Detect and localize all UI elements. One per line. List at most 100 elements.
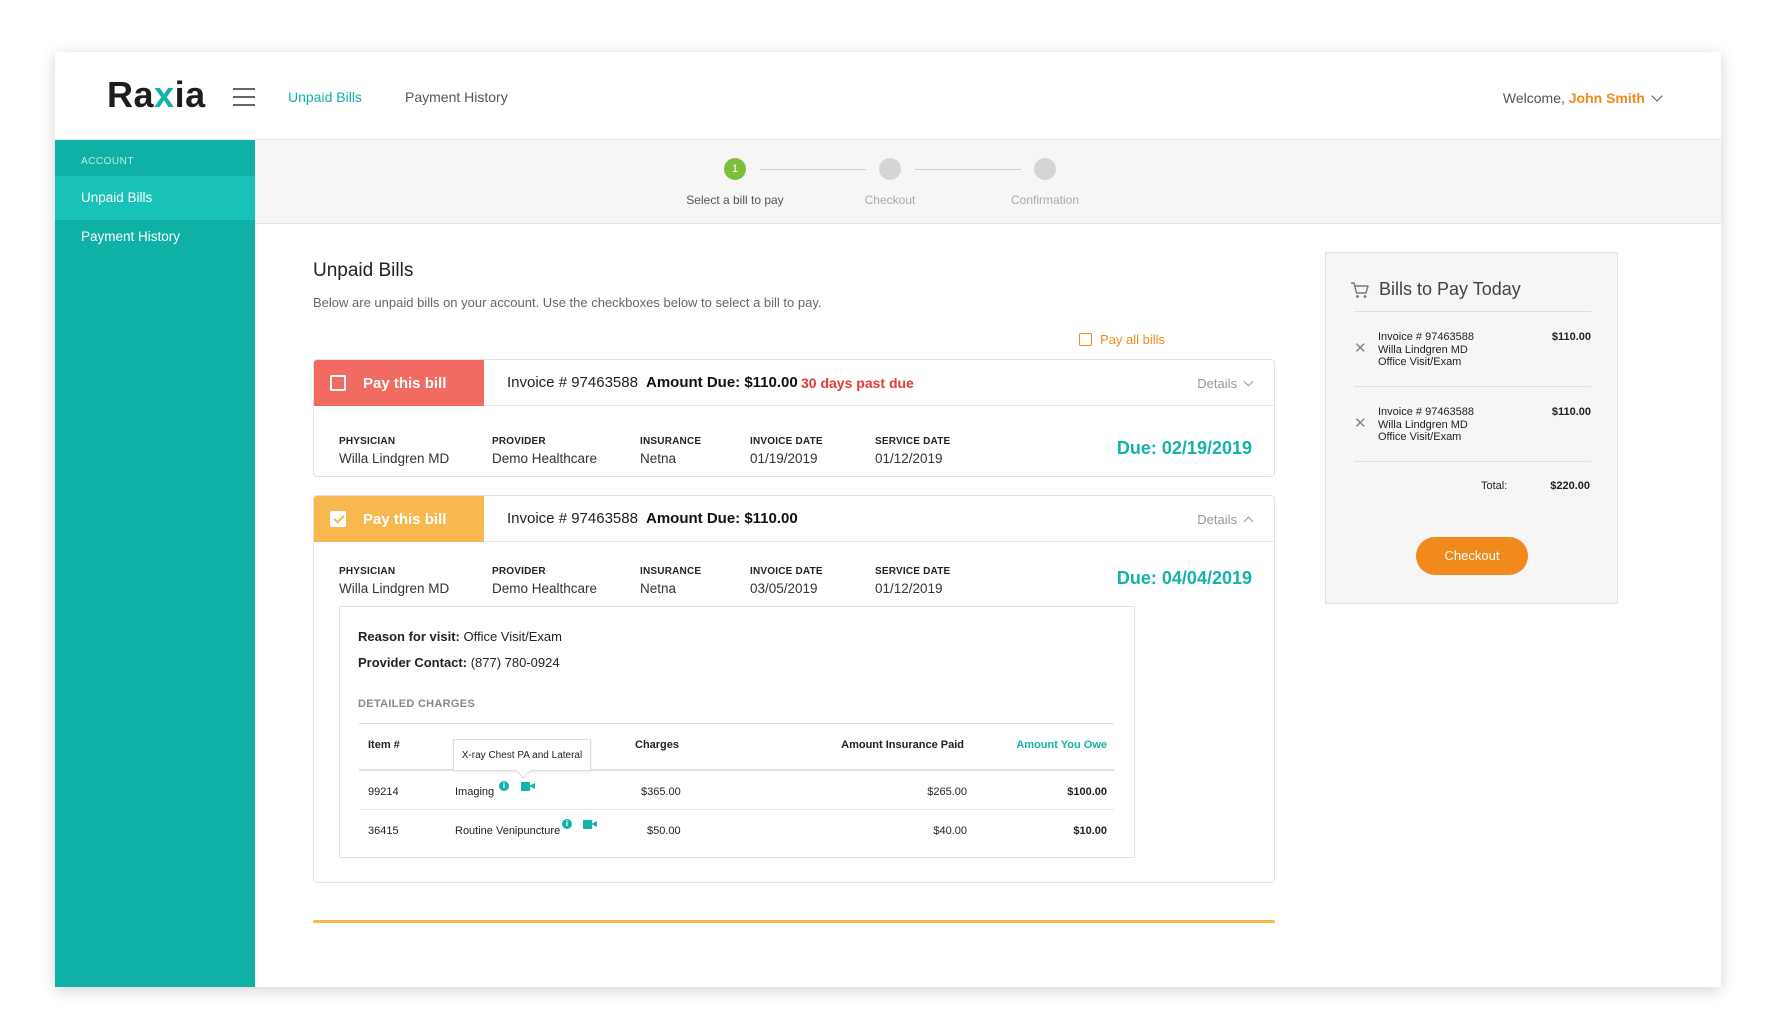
item-description-tooltip: X-ray Chest PA and Lateral — [453, 739, 591, 771]
field-value: Willa Lindgren MD — [339, 451, 450, 466]
details-toggle[interactable]: Details — [1197, 512, 1254, 527]
provider-field: PROVIDER Demo Healthcare — [492, 436, 597, 466]
page-subtitle: Below are unpaid bills on your account. … — [313, 295, 822, 310]
remove-icon[interactable]: ✕ — [1354, 414, 1367, 432]
remove-icon[interactable]: ✕ — [1354, 339, 1367, 357]
insurance-field: INSURANCE Netna — [640, 566, 701, 596]
pay-this-bill-toggle[interactable]: Pay this bill — [314, 496, 484, 542]
bill-header: Pay this bill Invoice # 97463588 Amount … — [314, 360, 1274, 406]
cart-title: Bills to Pay Today — [1350, 279, 1521, 300]
reason-label: Reason for visit: — [358, 629, 460, 644]
physician-field: PHYSICIAN Willa Lindgren MD — [339, 566, 449, 596]
past-due-badge: 30 days past due — [801, 375, 914, 391]
total-label: Total: — [1481, 480, 1508, 492]
step-2-label: Checkout — [864, 193, 916, 207]
field-label: PHYSICIAN — [339, 566, 396, 577]
due-date: Due: 04/04/2019 — [1116, 568, 1252, 588]
logo-part: Ra — [107, 74, 155, 115]
pay-all-bills-checkbox[interactable]: Pay all bills — [1079, 332, 1165, 347]
invoice-number: Invoice # 97463588 — [507, 510, 638, 527]
cart-item: ✕ Invoice # 97463588 Willa Lindgren MD O… — [1354, 406, 1591, 456]
app-window: Raxia Unpaid Bills Payment History Welco… — [55, 52, 1721, 987]
field-value: 01/12/2019 — [875, 451, 943, 466]
service-date-field: SERVICE DATE 01/12/2019 — [875, 436, 950, 466]
cell-insurance-paid: $265.00 — [927, 786, 967, 798]
cell-charges: $365.00 — [641, 786, 681, 798]
provider-field: PROVIDER Demo Healthcare — [492, 566, 597, 596]
cell-description: Routine Venipuncture — [455, 825, 561, 837]
cart-item-invoice: Invoice # 97463588 — [1378, 406, 1475, 418]
info-icon[interactable]: i — [562, 819, 572, 829]
step-connector — [760, 169, 866, 170]
step-3-label: Confirmation — [1010, 193, 1080, 207]
field-label: INSURANCE — [640, 436, 702, 447]
top-nav-payment-history[interactable]: Payment History — [405, 89, 508, 105]
details-toggle[interactable]: Details — [1197, 376, 1254, 391]
cart-icon — [1351, 281, 1369, 298]
step-2-circle — [879, 158, 901, 180]
cart-item-service: Office Visit/Exam — [1378, 431, 1462, 443]
checkout-button[interactable]: Checkout — [1416, 537, 1528, 575]
header-item: Item # — [368, 739, 400, 751]
pay-this-bill-toggle[interactable]: Pay this bill — [314, 360, 484, 406]
cart-item-service: Office Visit/Exam — [1378, 356, 1462, 368]
contact-label: Provider Contact: — [358, 655, 468, 670]
next-bill-card-edge — [313, 920, 1275, 923]
field-label: SERVICE DATE — [875, 436, 951, 447]
field-label: PROVIDER — [492, 436, 546, 447]
video-icon[interactable] — [521, 782, 535, 791]
pay-this-bill-label: Pay this bill — [363, 510, 447, 528]
cell-charges: $50.00 — [647, 825, 681, 837]
cell-you-owe: $100.00 — [1067, 786, 1107, 798]
user-menu[interactable]: Welcome, John Smith — [1503, 90, 1663, 106]
table-row: 36415 Routine Venipuncture i $50.00 $40.… — [359, 810, 1114, 849]
field-label: INVOICE DATE — [750, 436, 823, 447]
hamburger-menu-icon[interactable] — [233, 88, 255, 106]
sidebar-item-unpaid-bills[interactable]: Unpaid Bills — [55, 176, 255, 220]
cell-insurance-paid: $40.00 — [933, 825, 967, 837]
field-label: PROVIDER — [492, 566, 546, 577]
total-value: $220.00 — [1550, 480, 1590, 492]
top-nav-unpaid-bills[interactable]: Unpaid Bills — [288, 89, 362, 105]
header-amount-you-owe: Amount You Owe — [1016, 739, 1107, 751]
cart-item-details: Invoice # 97463588 Willa Lindgren MD Off… — [1378, 406, 1474, 444]
cell-item: 99214 — [368, 786, 399, 798]
pay-this-bill-label: Pay this bill — [363, 374, 447, 392]
reason-value: Office Visit/Exam — [459, 629, 562, 644]
main-content: Unpaid Bills Below are unpaid bills on y… — [255, 224, 1721, 987]
top-bar: Raxia Unpaid Bills Payment History Welco… — [55, 52, 1721, 140]
field-value: Netna — [640, 581, 677, 596]
logo-part: ia — [174, 74, 206, 115]
step-3-circle — [1034, 158, 1056, 180]
cart-item-details: Invoice # 97463588 Willa Lindgren MD Off… — [1378, 331, 1474, 369]
divider — [1354, 386, 1591, 387]
cart-item-price: $110.00 — [1551, 406, 1591, 418]
cell-you-owe: $10.00 — [1073, 825, 1107, 837]
details-label: Details — [1197, 376, 1237, 391]
invoice-date-field: INVOICE DATE 01/19/2019 — [750, 436, 823, 466]
due-date: Due: 02/19/2019 — [1116, 438, 1252, 458]
checkbox-icon — [1079, 333, 1092, 346]
cart-item-price: $110.00 — [1551, 331, 1591, 343]
divider — [1354, 461, 1591, 462]
raxia-logo[interactable]: Raxia — [107, 74, 206, 116]
field-label: INSURANCE — [640, 566, 702, 577]
info-icon[interactable]: i — [499, 781, 509, 791]
reason-for-visit: Reason for visit: Office Visit/Exam — [358, 629, 562, 644]
checkbox-icon — [330, 375, 346, 391]
field-value: Netna — [640, 451, 677, 466]
bill-meta: PHYSICIAN Willa Lindgren MD PROVIDER Demo … — [314, 406, 1274, 476]
video-icon[interactable] — [583, 820, 597, 829]
step-1-label: Select a bill to pay — [686, 193, 784, 207]
insurance-field: INSURANCE Netna — [640, 436, 701, 466]
chevron-up-icon — [1243, 516, 1254, 527]
field-value: Demo Healthcare — [492, 581, 598, 596]
field-value: Demo Healthcare — [492, 451, 598, 466]
bill-card: Pay this bill Invoice # 97463588 Amount … — [313, 359, 1275, 477]
bill-header: Pay this bill Invoice # 97463588 Amount … — [314, 496, 1274, 542]
sidebar-item-payment-history[interactable]: Payment History — [55, 215, 255, 259]
cart-item: ✕ Invoice # 97463588 Willa Lindgren MD O… — [1354, 331, 1591, 381]
service-date-field: SERVICE DATE 01/12/2019 — [875, 566, 950, 596]
field-value: Willa Lindgren MD — [339, 581, 450, 596]
physician-field: PHYSICIAN Willa Lindgren MD — [339, 436, 449, 466]
